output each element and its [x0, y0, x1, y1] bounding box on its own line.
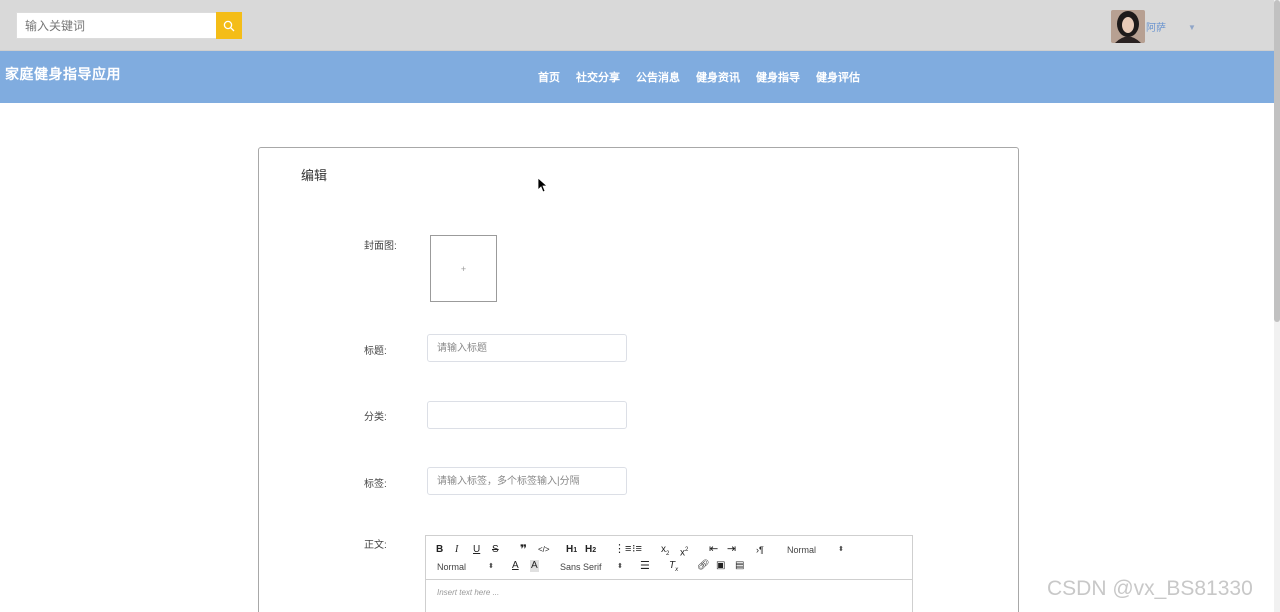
- search-button[interactable]: [216, 12, 242, 39]
- heading-2-icon[interactable]: H2: [585, 544, 596, 557]
- cover-image-uploader[interactable]: +: [430, 235, 497, 302]
- underline-icon[interactable]: U: [473, 544, 480, 556]
- background-color-icon[interactable]: A: [530, 560, 539, 572]
- username[interactable]: 阿萨: [1146, 19, 1166, 34]
- nav-menu: 首页 社交分享 公告消息 健身资讯 健身指导 健身评估: [530, 69, 868, 85]
- blockquote-icon[interactable]: ❞: [520, 543, 527, 555]
- top-bar: 阿萨 ▼: [0, 0, 1274, 51]
- nav-item-home[interactable]: 首页: [538, 69, 560, 85]
- tags-label: 标签:: [364, 479, 387, 490]
- indent-icon[interactable]: ⇥: [727, 543, 736, 555]
- caret-down-icon[interactable]: ▼: [1188, 23, 1196, 32]
- search-box: [16, 12, 242, 39]
- scrollbar-thumb[interactable]: [1274, 0, 1280, 322]
- heading-1-icon[interactable]: H1: [566, 544, 577, 557]
- category-label: 分类:: [364, 412, 387, 423]
- cover-label: 封面图:: [364, 241, 397, 252]
- bold-icon[interactable]: B: [436, 544, 443, 556]
- video-icon[interactable]: ▤: [735, 560, 744, 572]
- editor-content[interactable]: Insert text here ...: [437, 588, 499, 597]
- nav-item-fitness-guidance[interactable]: 健身指导: [756, 69, 800, 85]
- site-brand[interactable]: 家庭健身指导应用: [5, 64, 121, 84]
- italic-icon[interactable]: I: [455, 544, 458, 556]
- content-label: 正文:: [364, 540, 387, 551]
- header-select[interactable]: Normal ⬍: [787, 544, 844, 556]
- strikethrough-icon[interactable]: S: [492, 544, 499, 556]
- editor-toolbar: B I U S ❞ </> H1 H2 ⋮≡ ⁝≡ x2 x2 ⇤ ⇥ ›¶ N…: [426, 536, 912, 580]
- nav-item-fitness-assessment[interactable]: 健身评估: [816, 69, 860, 85]
- size-select[interactable]: Normal ⬍: [437, 561, 494, 573]
- title-label: 标题:: [364, 346, 387, 357]
- subscript-icon[interactable]: x2: [661, 544, 669, 560]
- mouse-cursor-icon: [538, 178, 548, 193]
- avatar[interactable]: [1111, 10, 1145, 43]
- search-input[interactable]: [16, 12, 216, 39]
- page-scrollbar[interactable]: [1274, 0, 1280, 612]
- image-icon[interactable]: ▣: [716, 560, 725, 572]
- tags-input[interactable]: [427, 467, 627, 495]
- text-color-icon[interactable]: A: [512, 560, 519, 572]
- nav-item-fitness-news[interactable]: 健身资讯: [696, 69, 740, 85]
- select-caret-icon: ⬍: [617, 563, 623, 570]
- align-icon[interactable]: ☰: [640, 560, 650, 572]
- font-select[interactable]: Sans Serif ⬍: [560, 561, 623, 573]
- watermark: CSDN @vx_BS81330: [1047, 577, 1253, 600]
- category-input[interactable]: [427, 401, 627, 429]
- ordered-list-icon[interactable]: ⋮≡: [614, 543, 631, 555]
- text-direction-icon[interactable]: ›¶: [756, 544, 764, 556]
- superscript-icon[interactable]: x2: [680, 544, 688, 559]
- rich-text-editor: B I U S ❞ </> H1 H2 ⋮≡ ⁝≡ x2 x2 ⇤ ⇥ ›¶ N…: [425, 535, 913, 612]
- main-nav: 家庭健身指导应用 首页 社交分享 公告消息 健身资讯 健身指导 健身评估: [0, 51, 1274, 103]
- title-input[interactable]: [427, 334, 627, 362]
- bullet-list-icon[interactable]: ⁝≡: [632, 543, 642, 555]
- edit-form-card: 编辑 封面图: + 标题: 分类: 标签: 正文: B I U S ❞ </> …: [258, 147, 1019, 612]
- select-caret-icon: ⬍: [838, 546, 844, 553]
- nav-item-social-share[interactable]: 社交分享: [576, 69, 620, 85]
- nav-item-announcements[interactable]: 公告消息: [636, 69, 680, 85]
- user-menu[interactable]: 阿萨 ▼: [1111, 10, 1196, 43]
- select-caret-icon: ⬍: [488, 563, 494, 570]
- plus-icon: +: [460, 263, 467, 274]
- form-title: 编辑: [301, 168, 328, 183]
- clear-format-icon[interactable]: Tx: [669, 560, 678, 576]
- outdent-icon[interactable]: ⇤: [709, 543, 718, 555]
- code-block-icon[interactable]: </>: [538, 544, 550, 556]
- search-icon: [223, 20, 235, 31]
- link-icon[interactable]: 🔗︎: [697, 560, 710, 572]
